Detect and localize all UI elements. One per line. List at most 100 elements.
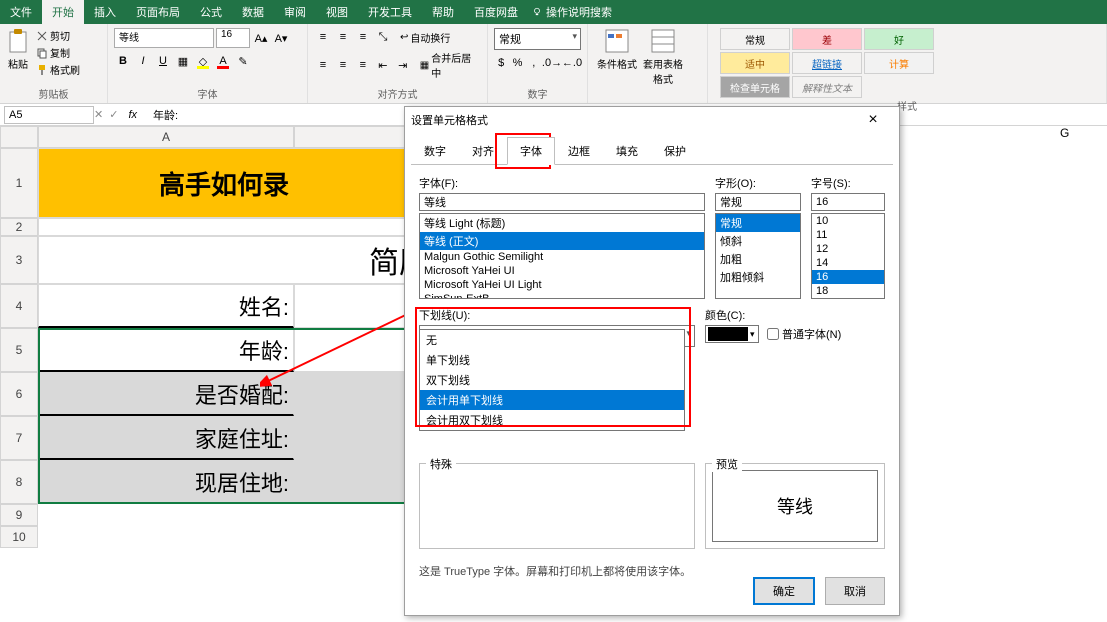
- align-center-button[interactable]: ≡: [334, 56, 352, 74]
- tab-view[interactable]: 视图: [316, 0, 358, 24]
- name-box[interactable]: A5: [4, 106, 94, 124]
- row-3[interactable]: 3: [0, 236, 38, 284]
- align-bottom-button[interactable]: ≡: [354, 28, 372, 46]
- underline-option[interactable]: 会计用双下划线: [420, 410, 684, 430]
- conditional-formatting-button[interactable]: 条件格式: [594, 28, 640, 86]
- fill-color-button[interactable]: ◇: [194, 52, 212, 70]
- font-name-combobox[interactable]: 等线: [114, 28, 214, 48]
- accounting-button[interactable]: $: [494, 54, 508, 72]
- decrease-font-button[interactable]: A▾: [272, 29, 290, 47]
- dlg-tab-align[interactable]: 对齐: [459, 137, 507, 165]
- row-4[interactable]: 4: [0, 284, 38, 328]
- row-7[interactable]: 7: [0, 416, 38, 460]
- font-option[interactable]: Microsoft YaHei UI Light: [420, 278, 704, 292]
- font-size-listbox[interactable]: 10 11 12 14 16 18 20: [811, 213, 885, 299]
- cell-address[interactable]: 家庭住址:: [38, 416, 294, 460]
- fx-icon[interactable]: fx: [128, 109, 137, 121]
- font-option[interactable]: Microsoft YaHei UI: [420, 264, 704, 278]
- enter-edit-icon[interactable]: ✓: [109, 108, 118, 121]
- percent-button[interactable]: %: [510, 54, 524, 72]
- tab-home[interactable]: 开始: [42, 0, 84, 24]
- decrease-indent-button[interactable]: ⇤: [374, 56, 392, 74]
- tab-insert[interactable]: 插入: [84, 0, 126, 24]
- style-option[interactable]: 常规: [716, 214, 800, 232]
- style-calc[interactable]: 计算: [864, 52, 934, 74]
- underline-option[interactable]: 单下划线: [420, 350, 684, 370]
- cell-name[interactable]: 姓名:: [38, 284, 294, 328]
- phonetic-button[interactable]: ✎: [234, 52, 252, 70]
- style-option[interactable]: 加粗倾斜: [716, 268, 800, 286]
- dlg-tab-number[interactable]: 数字: [411, 137, 459, 165]
- row-5[interactable]: 5: [0, 328, 38, 372]
- style-good[interactable]: 好: [864, 28, 934, 50]
- row-6[interactable]: 6: [0, 372, 38, 416]
- size-option[interactable]: 20: [812, 298, 884, 299]
- style-option[interactable]: 倾斜: [716, 232, 800, 250]
- size-option[interactable]: 12: [812, 242, 884, 256]
- dlg-tab-font[interactable]: 字体: [507, 137, 555, 165]
- bold-button[interactable]: B: [114, 52, 132, 70]
- tab-file[interactable]: 文件: [0, 0, 42, 24]
- cell-styles-gallery[interactable]: 常规 差 好 适中 超链接 计算 检查单元格 解释性文本: [720, 28, 934, 98]
- style-check[interactable]: 检查单元格: [720, 76, 790, 98]
- font-color-picker[interactable]: ▾: [705, 325, 759, 343]
- size-option[interactable]: 10: [812, 214, 884, 228]
- tell-me-search[interactable]: 操作说明搜索: [532, 4, 612, 20]
- underline-button[interactable]: U: [154, 52, 172, 70]
- tab-data[interactable]: 数据: [232, 0, 274, 24]
- tab-developer[interactable]: 开发工具: [358, 0, 422, 24]
- close-button[interactable]: ×: [853, 111, 893, 129]
- font-size-combobox[interactable]: 16: [216, 28, 250, 48]
- size-option[interactable]: 18: [812, 284, 884, 298]
- ok-button[interactable]: 确定: [753, 577, 815, 605]
- cell-married[interactable]: 是否婚配:: [38, 372, 294, 416]
- row-2[interactable]: 2: [0, 218, 38, 236]
- wrap-text-button[interactable]: ↩自动换行: [400, 30, 450, 45]
- format-as-table-button[interactable]: 套用表格格式: [640, 28, 686, 86]
- comma-button[interactable]: ,: [527, 54, 541, 72]
- style-normal[interactable]: 常规: [720, 28, 790, 50]
- style-hyperlink[interactable]: 超链接: [792, 52, 862, 74]
- font-option[interactable]: 等线 Light (标题): [420, 214, 704, 232]
- format-painter-button[interactable]: 格式刷: [36, 62, 80, 77]
- cancel-edit-icon[interactable]: ✕: [94, 108, 103, 121]
- row-10[interactable]: 10: [0, 526, 38, 548]
- tab-formulas[interactable]: 公式: [190, 0, 232, 24]
- align-right-button[interactable]: ≡: [354, 56, 372, 74]
- paste-button[interactable]: 粘贴: [6, 28, 30, 77]
- align-middle-button[interactable]: ≡: [334, 28, 352, 46]
- style-bad[interactable]: 差: [792, 28, 862, 50]
- font-color-button[interactable]: A: [214, 52, 232, 70]
- border-button[interactable]: ▦: [174, 52, 192, 70]
- row-1[interactable]: 1: [0, 148, 38, 218]
- increase-indent-button[interactable]: ⇥: [394, 56, 412, 74]
- cell-residence[interactable]: 现居住地:: [38, 460, 294, 504]
- increase-decimal-button[interactable]: .0→: [543, 54, 561, 72]
- underline-option[interactable]: 会计用单下划线: [420, 390, 684, 410]
- dlg-tab-protect[interactable]: 保护: [651, 137, 699, 165]
- font-option[interactable]: SimSun-ExtB: [420, 292, 704, 299]
- font-name-input[interactable]: [419, 193, 705, 211]
- align-left-button[interactable]: ≡: [314, 56, 332, 74]
- merge-center-button[interactable]: ▦合并后居中: [420, 50, 481, 80]
- size-option[interactable]: 14: [812, 256, 884, 270]
- font-size-input[interactable]: [811, 193, 885, 211]
- style-neutral[interactable]: 适中: [720, 52, 790, 74]
- copy-button[interactable]: 复制: [36, 45, 80, 60]
- style-explain[interactable]: 解释性文本: [792, 76, 862, 98]
- col-G[interactable]: G: [1060, 126, 1107, 140]
- font-listbox[interactable]: 等线 Light (标题) 等线 (正文) Malgun Gothic Semi…: [419, 213, 705, 299]
- style-option[interactable]: 加粗: [716, 250, 800, 268]
- row-9[interactable]: 9: [0, 504, 38, 526]
- tab-page-layout[interactable]: 页面布局: [126, 0, 190, 24]
- tab-review[interactable]: 审阅: [274, 0, 316, 24]
- orientation-button[interactable]: ⤡: [374, 28, 392, 46]
- dlg-tab-fill[interactable]: 填充: [603, 137, 651, 165]
- increase-font-button[interactable]: A▴: [252, 29, 270, 47]
- cancel-button[interactable]: 取消: [825, 577, 885, 605]
- align-top-button[interactable]: ≡: [314, 28, 332, 46]
- dialog-titlebar[interactable]: 设置单元格格式 ×: [405, 107, 899, 133]
- underline-dropdown-open[interactable]: 无 单下划线 双下划线 会计用单下划线 会计用双下划线: [419, 329, 685, 431]
- font-style-input[interactable]: [715, 193, 801, 211]
- row-8[interactable]: 8: [0, 460, 38, 504]
